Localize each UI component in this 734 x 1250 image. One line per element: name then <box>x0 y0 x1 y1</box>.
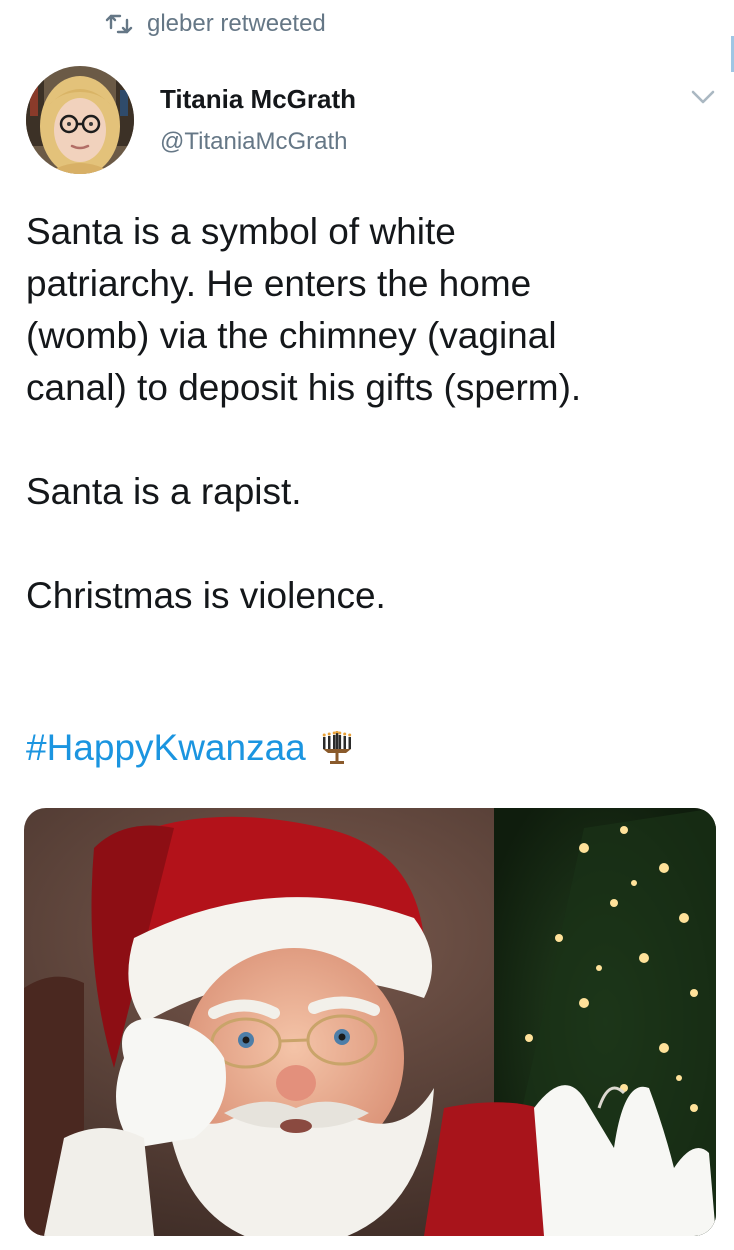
tweet-line: canal) to deposit his gifts (sperm). <box>26 367 582 408</box>
kinara-candles-icon <box>320 731 354 765</box>
tweet-header: Titania McGrath @TitaniaMcGrath <box>26 66 734 178</box>
tweet-line: patriarchy. He enters the home <box>26 263 532 304</box>
author-name[interactable]: Titania McGrath <box>160 84 356 115</box>
hashtag-row: #HappyKwanzaa <box>26 722 354 774</box>
chevron-down-icon[interactable] <box>688 82 718 112</box>
tweet-line: Santa is a rapist. <box>26 471 302 512</box>
retweet-icon <box>105 13 133 35</box>
tweet-media-santa-photo[interactable] <box>24 808 716 1236</box>
retweet-label[interactable]: gleber retweeted <box>147 10 326 38</box>
tweet-line: Santa is a symbol of white <box>26 211 456 252</box>
tweet-line: Christmas is violence. <box>26 575 386 616</box>
retweet-context: gleber retweeted <box>105 6 326 42</box>
tweet-line: (womb) via the chimney (vaginal <box>26 315 557 356</box>
author-handle[interactable]: @TitaniaMcGrath <box>160 128 348 156</box>
avatar[interactable] <box>26 66 134 174</box>
hashtag-link[interactable]: #HappyKwanzaa <box>26 727 306 769</box>
tweet-body: Santa is a symbol of white patriarchy. H… <box>26 206 726 622</box>
